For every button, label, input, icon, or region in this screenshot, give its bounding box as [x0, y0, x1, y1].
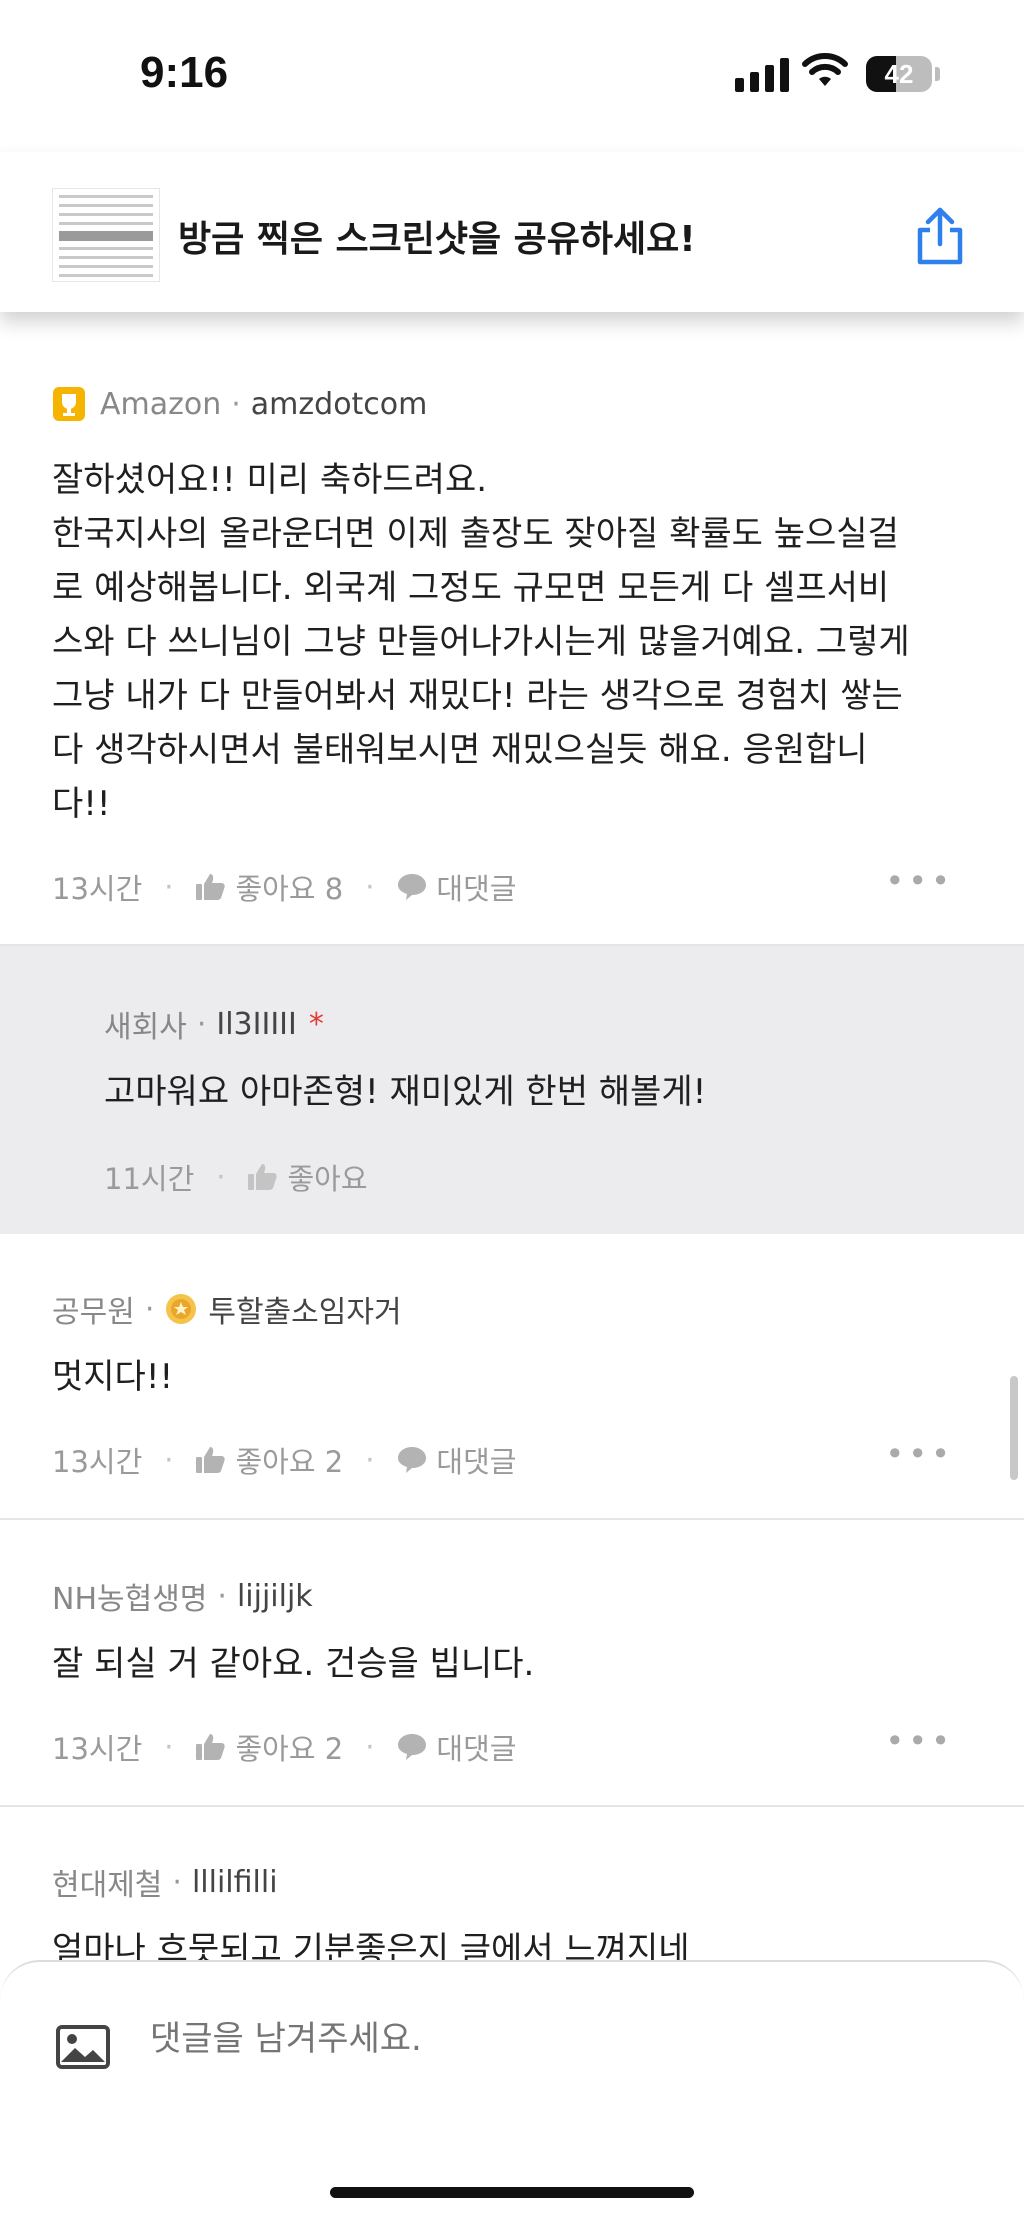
reply-text: 고마워요 아마존형! 재미있게 한번 해볼게!	[104, 1072, 707, 1112]
reply-time: 11시간	[104, 1162, 195, 1196]
speech-bubble-icon[interactable]	[396, 1732, 428, 1762]
battery-icon: 42	[866, 56, 932, 92]
divider	[0, 1805, 1024, 1807]
comment-time: 13시간	[52, 872, 143, 906]
author-marker-icon: *	[308, 1006, 324, 1042]
battery-level: 42	[884, 59, 914, 89]
comment-input[interactable]	[148, 2018, 912, 2060]
like-button[interactable]: 좋아요 2	[235, 1439, 343, 1481]
divider	[0, 1518, 1024, 1520]
comment-company: Amazon	[100, 386, 222, 422]
comment-author[interactable]: amzdotcom	[251, 387, 428, 422]
comment-text: 잘하셨어요!! 미리 축하드려요. 한국지사의 올라운더면 이제 출장도 잦아질…	[52, 460, 910, 824]
thumbs-up-icon[interactable]	[195, 1732, 227, 1762]
comment-meta: 공무원 · 투할출소임자거	[52, 1287, 402, 1331]
reply-company: 새회사	[104, 1010, 187, 1045]
comment-text: 멋지다!!	[52, 1357, 174, 1397]
comment-actions: 13시간 · 좋아요 2 · 대댓글	[52, 1439, 516, 1481]
scrollbar[interactable]	[1010, 1376, 1018, 1480]
comment-actions: 13시간 · 좋아요 8 · 대댓글	[52, 866, 516, 908]
comment-author[interactable]: lijjiljk	[237, 1579, 313, 1614]
comment-time: 13시간	[52, 1445, 143, 1479]
comment-text: 잘 되실 거 같아요. 건승을 빕니다.	[52, 1644, 535, 1684]
comment-actions: 13시간 · 좋아요 2 · 대댓글	[52, 1726, 516, 1768]
speech-bubble-icon[interactable]	[396, 1445, 428, 1475]
comment-meta: 현대제철 · lllilfilli	[52, 1860, 278, 1904]
like-button[interactable]: 좋아요	[287, 1156, 367, 1198]
like-button[interactable]: 좋아요 2	[235, 1726, 343, 1768]
comment-author[interactable]: 투할출소임자거	[208, 1287, 401, 1331]
screenshot-thumbnail[interactable]	[52, 188, 160, 282]
more-options-icon[interactable]: •••	[885, 1435, 954, 1473]
comment-meta: NH농협생명 · lijjiljk	[52, 1574, 313, 1618]
reply-button[interactable]: 대댓글	[436, 1439, 516, 1481]
comment-time: 13시간	[52, 1732, 143, 1766]
like-button[interactable]: 좋아요 8	[235, 866, 343, 908]
comment-author[interactable]: lllilfilli	[192, 1865, 278, 1900]
reply-meta: 새회사 · Il3IIIII *	[104, 1002, 324, 1046]
comment-company: NH농협생명	[52, 1582, 208, 1617]
comment-company: 공무원	[52, 1295, 135, 1330]
comment-input-bar	[0, 1960, 1024, 2222]
reply-author[interactable]: Il3IIIII	[216, 1007, 297, 1042]
status-time: 9:16	[140, 48, 229, 97]
comment-company: 현대제철	[52, 1868, 163, 1903]
share-icon[interactable]	[912, 206, 968, 266]
thumbs-up-icon[interactable]	[195, 872, 227, 902]
image-attach-icon[interactable]	[55, 2024, 111, 2070]
thumbs-up-icon[interactable]	[247, 1162, 279, 1192]
thumbs-up-icon[interactable]	[195, 1445, 227, 1475]
battery-tip	[935, 67, 940, 81]
medal-icon	[166, 1294, 197, 1324]
reply-button[interactable]: 대댓글	[436, 1726, 516, 1768]
more-options-icon[interactable]: •••	[885, 1722, 954, 1760]
share-banner-title: 방금 찍은 스크린샷을 공유하세요!	[178, 219, 696, 260]
wifi-icon	[802, 53, 848, 86]
screenshot-share-banner[interactable]: 방금 찍은 스크린샷을 공유하세요!	[0, 152, 1024, 312]
reply-button[interactable]: 대댓글	[436, 866, 516, 908]
trophy-icon	[53, 387, 85, 421]
status-bar: 9:16 42	[0, 0, 1024, 150]
comment-meta: Amazon · amzdotcom	[52, 386, 427, 422]
cellular-signal-icon	[735, 56, 789, 92]
reply-actions: 11시간 · 좋아요	[104, 1156, 368, 1198]
more-options-icon[interactable]: •••	[885, 862, 954, 900]
speech-bubble-icon[interactable]	[396, 872, 428, 902]
home-indicator	[330, 2187, 694, 2198]
